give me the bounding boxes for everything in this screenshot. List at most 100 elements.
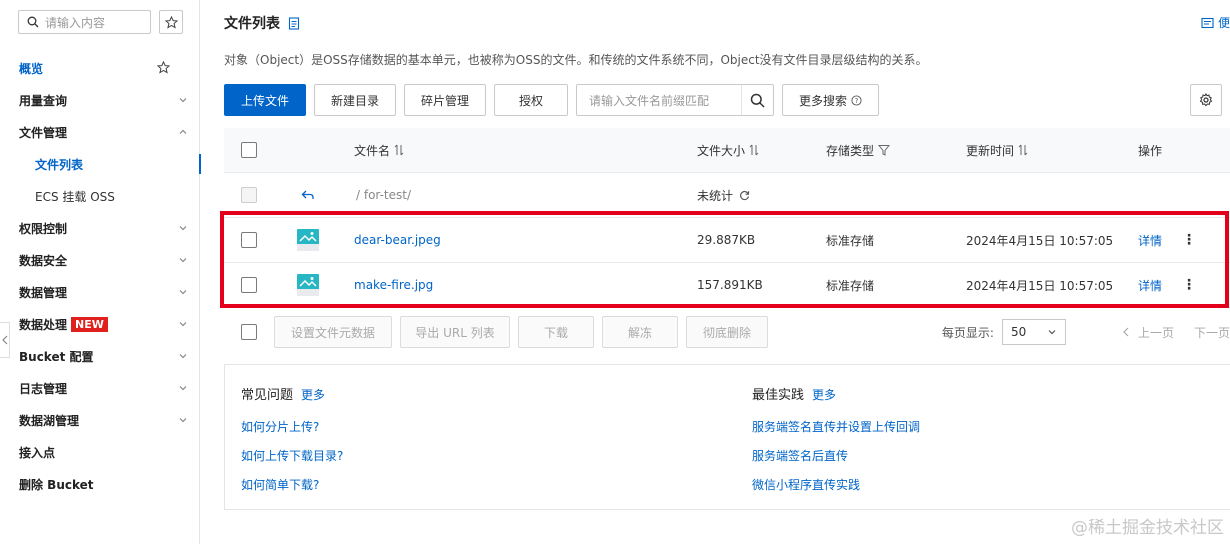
- column-header-name[interactable]: 文件名: [354, 128, 404, 172]
- batch-actions-row: 设置文件元数据 导出 URL 列表 下载 解冻 彻底删除 每页显示: 50 上一…: [224, 316, 1230, 348]
- unfreeze-button[interactable]: 解冻: [602, 316, 678, 348]
- sidebar-item-label: 数据安全: [19, 253, 68, 268]
- sidebar-item-access-control[interactable]: 权限控制: [0, 212, 200, 244]
- best-practice-link[interactable]: 服务端签名直传并设置上传回调: [752, 418, 920, 435]
- page-title-text: 文件列表: [224, 16, 280, 32]
- sidebar-item-label: 数据湖管理: [19, 413, 80, 428]
- column-header-label: 存储类型: [826, 143, 875, 158]
- new-directory-button[interactable]: 新建目录: [314, 84, 396, 116]
- sidebar-item-label: 用量查询: [19, 93, 68, 108]
- file-size: 29.887KB: [697, 233, 756, 247]
- details-link[interactable]: 详情: [1138, 263, 1162, 307]
- prev-page-link[interactable]: 上一页: [1138, 324, 1174, 341]
- refresh-icon[interactable]: [739, 190, 750, 201]
- faq-link[interactable]: 如何上传下载目录?: [241, 447, 343, 464]
- current-path[interactable]: / for-test/: [356, 173, 411, 217]
- page-title: 文件列表: [224, 13, 300, 33]
- best-practice-link[interactable]: 微信小程序直传实践: [752, 476, 860, 493]
- help-circle-icon: ?: [851, 94, 862, 106]
- per-page-select[interactable]: 50: [1001, 319, 1066, 345]
- toolbar: 上传文件 新建目录 碎片管理 授权 请输入文件名前缀匹配 更多搜索 ?: [224, 84, 879, 116]
- sidebar-item-data-processing[interactable]: 数据处理 NEW: [0, 308, 200, 340]
- sidebar-search-row: 请输入内容: [18, 10, 183, 34]
- sidebar-item-label: 文件列表: [35, 157, 84, 172]
- more-actions-icon[interactable]: ⋮: [1182, 218, 1196, 262]
- chevron-left-icon: [1123, 327, 1129, 337]
- updated-time: 2024年4月15日 10:57:05: [966, 233, 1114, 248]
- best-practice-link[interactable]: 服务端签名后直传: [752, 447, 848, 464]
- export-url-button[interactable]: 导出 URL 列表: [400, 316, 510, 348]
- book-icon: [1201, 17, 1214, 28]
- image-file-icon: [297, 274, 319, 296]
- sidebar-item-data-management[interactable]: 数据管理: [0, 276, 200, 308]
- sidebar-item-log-management[interactable]: 日志管理: [0, 372, 200, 404]
- faq-more-link[interactable]: 更多: [301, 388, 325, 402]
- sidebar-item-label: 接入点: [19, 445, 56, 460]
- star-icon: [164, 15, 178, 29]
- download-button[interactable]: 下载: [518, 316, 594, 348]
- column-header-label: 文件大小: [697, 143, 746, 158]
- filter-icon: [878, 145, 891, 156]
- sidebar-item-label: 权限控制: [19, 221, 68, 236]
- sidebar: 请输入内容 概览 用量查询 文件管理 文件列表 ECS 挂载 OSS 权限控制: [0, 0, 201, 544]
- sidebar-item-usage[interactable]: 用量查询: [0, 84, 200, 116]
- authorize-button[interactable]: 授权: [494, 84, 568, 116]
- search-icon: [750, 93, 765, 108]
- select-all-checkbox[interactable]: [241, 142, 257, 158]
- sidebar-item-file-management[interactable]: 文件管理: [0, 116, 200, 148]
- search-submit-button[interactable]: [741, 85, 773, 115]
- faq-link[interactable]: 如何简单下载?: [241, 476, 319, 493]
- chevron-down-icon: [1048, 330, 1056, 335]
- sidebar-collapse-handle[interactable]: [0, 322, 10, 358]
- upload-button[interactable]: 上传文件: [224, 84, 306, 116]
- file-search-input[interactable]: 请输入文件名前缀匹配: [576, 84, 774, 116]
- column-header-label: 文件名: [354, 143, 391, 158]
- sidebar-item-data-security[interactable]: 数据安全: [0, 244, 200, 276]
- more-actions-icon[interactable]: ⋮: [1182, 263, 1196, 307]
- more-search-button[interactable]: 更多搜索 ?: [782, 84, 879, 116]
- file-table: 文件名 文件大小 存储类型 更新时间 操作 / for-test/ 未统计 de…: [224, 128, 1230, 308]
- back-arrow-icon[interactable]: [301, 189, 315, 201]
- sidebar-item-access-point[interactable]: 接入点: [0, 436, 200, 468]
- table-header: 文件名 文件大小 存储类型 更新时间 操作: [224, 128, 1230, 173]
- permanent-delete-button[interactable]: 彻底删除: [686, 316, 768, 348]
- column-header-updated[interactable]: 更新时间: [966, 128, 1028, 172]
- sidebar-search-input[interactable]: 请输入内容: [18, 10, 151, 34]
- column-header-storage[interactable]: 存储类型: [826, 128, 891, 172]
- favorite-button[interactable]: [159, 10, 183, 34]
- file-search-placeholder: 请输入文件名前缀匹配: [589, 93, 710, 108]
- sidebar-item-label: Bucket 配置: [19, 349, 94, 364]
- settings-button[interactable]: [1190, 84, 1222, 116]
- best-practice-title-text: 最佳实践: [752, 388, 805, 403]
- details-link[interactable]: 详情: [1138, 218, 1162, 262]
- faq-link[interactable]: 如何分片上传?: [241, 418, 319, 435]
- sidebar-item-file-list[interactable]: 文件列表: [0, 148, 201, 180]
- set-metadata-button[interactable]: 设置文件元数据: [274, 316, 392, 348]
- table-row: make-fire.jpg 157.891KB 标准存储 2024年4月15日 …: [224, 263, 1230, 308]
- sidebar-item-label: 文件管理: [19, 125, 68, 140]
- per-page-value: 50: [1010, 325, 1027, 339]
- sidebar-item-overview[interactable]: 概览: [0, 52, 200, 84]
- file-name-link[interactable]: dear-bear.jpeg: [354, 218, 441, 262]
- row-checkbox[interactable]: [241, 232, 257, 248]
- sidebar-item-data-lake[interactable]: 数据湖管理: [0, 404, 200, 436]
- sidebar-item-label: 概览: [19, 61, 44, 76]
- next-page-link[interactable]: 下一页: [1194, 324, 1230, 341]
- file-name-link[interactable]: make-fire.jpg: [354, 263, 433, 307]
- document-icon[interactable]: [288, 16, 300, 30]
- sidebar-item-bucket-config[interactable]: Bucket 配置: [0, 340, 200, 372]
- help-doc-link[interactable]: 便: [1201, 14, 1230, 31]
- more-search-label: 更多搜索: [798, 93, 847, 108]
- sidebar-item-ecs-mount[interactable]: ECS 挂载 OSS: [0, 180, 200, 212]
- chevron-down-icon: [179, 418, 187, 423]
- column-header-size[interactable]: 文件大小: [697, 128, 759, 172]
- row-checkbox[interactable]: [241, 277, 257, 293]
- fragment-management-button[interactable]: 碎片管理: [404, 84, 486, 116]
- best-practice-more-link[interactable]: 更多: [812, 388, 836, 402]
- help-panel: 常见问题 更多 如何分片上传? 如何上传下载目录? 如何简单下载? 最佳实践 更多 …: [224, 364, 1230, 510]
- image-file-icon: [297, 229, 319, 251]
- star-icon[interactable]: [157, 61, 170, 74]
- sidebar-item-delete-bucket[interactable]: 删除 Bucket: [0, 468, 200, 500]
- parent-directory-row: / for-test/ 未统计: [224, 173, 1230, 218]
- batch-select-checkbox[interactable]: [241, 324, 257, 340]
